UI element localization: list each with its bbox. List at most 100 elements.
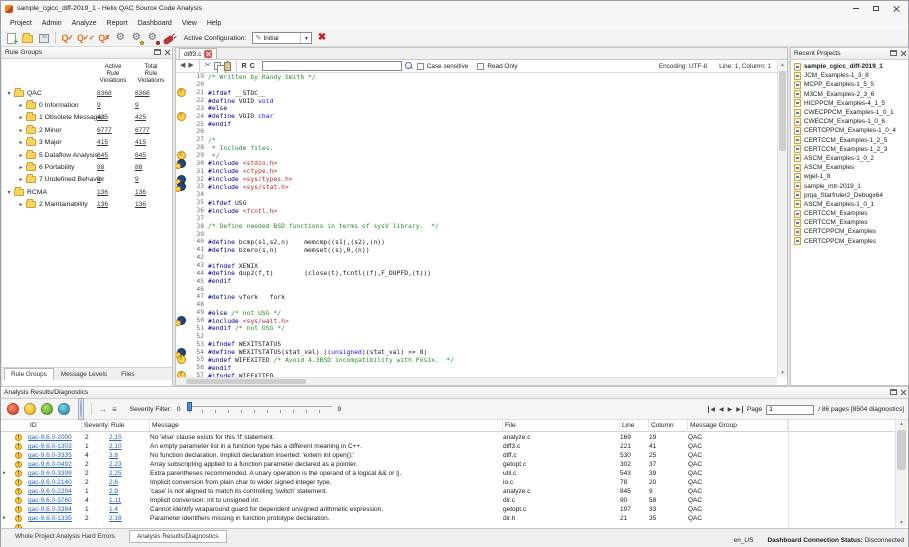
column-header-column[interactable]: Column [649,420,688,432]
scroll-up-icon[interactable]: ▲ [778,61,787,69]
severity-filter-slider[interactable] [187,402,332,416]
analyze-project-button[interactable]: Q✓✓ [77,31,95,45]
search-icon[interactable] [405,62,414,71]
search-input[interactable] [262,61,402,71]
save-project-button[interactable] [37,31,50,45]
rule-link[interactable]: 2.6 [109,478,139,487]
menu-item-report[interactable]: Report [102,19,133,28]
diagnostic-id-link[interactable]: qac-9.6.0-3384 [28,505,84,514]
dashboard-connect-button[interactable] [162,31,175,45]
chevron-right-icon[interactable]: ▸ [17,114,25,121]
minimize-button[interactable] [846,1,866,16]
total-violations-link[interactable]: 136 [135,201,146,208]
recent-project-item[interactable]: sample_mtr-2019_1 [791,181,908,190]
chevron-right-icon[interactable]: ▸ [17,102,25,109]
rule-link[interactable]: 1.4 [109,505,139,514]
diagnostic-id-link[interactable]: qac-9.6.0-2204 [28,487,84,496]
tab-close-icon[interactable] [204,50,212,58]
chevron-right-icon[interactable]: ▸ [17,139,25,146]
expand-icon[interactable]: ▸ [3,469,6,478]
close-panel-icon[interactable] [164,49,170,55]
float-panel-icon[interactable] [890,389,897,395]
recent-project-item[interactable]: ASCM_Examples [791,163,908,172]
column-header-rule[interactable]: Rule [109,420,150,432]
tree-row[interactable]: ▸0 Information99 [2,99,172,111]
rule-link[interactable]: 1.11 [109,496,139,505]
tree-row[interactable]: ▸2 Maintainability136136 [2,199,172,211]
severity-all-button[interactable] [78,398,84,420]
recent-project-item[interactable]: M3CM_Examples-2_3_6 [791,90,908,99]
diagnostic-id-link[interactable]: qac-9.6.0-3760 [28,496,84,505]
scroll-up-icon[interactable]: ▲ [896,420,907,428]
results-vertical-scrollbar[interactable]: ▲ ▼ [895,420,907,527]
editor-vertical-scrollbar[interactable]: ▲ ▼ [777,61,787,377]
paste-icon[interactable] [224,62,231,71]
severity-yellow-button[interactable] [24,403,36,415]
recent-project-item[interactable]: ASCM_Examples-1_0_1 [791,200,908,209]
tree-row[interactable]: ▾RCMA136136 [2,186,172,198]
chevron-right-icon[interactable]: ▸ [17,164,25,171]
result-row[interactable]: ▸qac-9.6.0-133522.18Parameter identifier… [1,514,894,523]
rule-link[interactable]: 2.15 [109,433,139,442]
active-violations-link[interactable]: 136 [97,189,108,196]
close-button[interactable] [886,1,906,16]
float-panel-icon[interactable] [890,50,897,56]
result-row[interactable]: qac-9.6.0-333543.8No function declaratio… [1,451,894,460]
total-violations-link[interactable]: 415 [135,139,146,146]
total-violations-link[interactable]: 8368 [135,90,150,97]
recent-project-item[interactable]: CERTCPPCM_Examples-1_0_4 [791,126,908,135]
recent-project-item[interactable]: wget-1_8 [791,172,908,181]
analyze-file-button[interactable]: Q✓ [61,31,74,45]
result-row[interactable]: qac-9.6.0-049222.23Array subscripting ap… [1,460,894,469]
menu-item-analyze[interactable]: Analyze [67,19,102,28]
project-settings-button[interactable]: ⚙ [130,31,143,45]
regex-toggle-icon[interactable]: R [242,63,247,70]
recent-project-item[interactable]: CERTCCM_Examples-1_2_5 [791,136,908,145]
last-page-icon[interactable]: ▶ [736,406,743,413]
open-project-button[interactable] [21,31,34,45]
tree-row[interactable]: ▸7 Undefined Behavior99 [2,174,172,186]
close-panel-icon[interactable] [900,50,906,56]
chevron-down-icon[interactable]: ▾ [5,90,13,97]
column-header-file[interactable]: File [503,420,620,432]
page-number-input[interactable] [766,405,814,415]
recent-project-item[interactable]: CERTCPPCM_Examples [791,237,908,246]
menu-item-help[interactable]: Help [202,19,226,28]
recent-project-item[interactable]: MCPP_Examples-1_5_5 [791,80,908,89]
chevron-down-icon[interactable]: ▾ [5,189,13,196]
scrollbar-thumb[interactable] [186,379,306,384]
scrollbar-thumb[interactable] [897,430,906,470]
active-violations-link[interactable]: 415 [97,139,108,146]
active-violations-link[interactable]: 6777 [97,127,112,134]
recent-project-item[interactable]: prqa_Starfruler2_Debugx64 [791,191,908,200]
menu-item-admin[interactable]: Admin [37,19,67,28]
rule-link[interactable]: 2.23 [109,460,139,469]
recent-project-item[interactable]: CWECCM_Examples-1_0_6 [791,117,908,126]
recent-project-item[interactable]: JCM_Examples-1_3_8 [791,71,908,80]
recent-project-item[interactable]: sample_cgicc_diff-2019_1 [791,62,908,71]
previous-page-icon[interactable]: ◀ [719,406,724,413]
column-header-message-group[interactable]: Message Group [688,420,788,432]
severity-green-button[interactable] [41,403,53,415]
next-page-icon[interactable]: ▶ [728,406,733,413]
severity-teal-button[interactable] [58,403,70,415]
read-only-checkbox[interactable] [477,63,484,70]
tab-message-levels[interactable]: Message Levels [54,368,114,380]
maximize-button[interactable] [866,1,886,16]
total-violations-link[interactable]: 88 [135,164,142,171]
diagnostic-id-link[interactable]: qac-9.6.0-1335 [28,514,84,523]
configuration-tools-button[interactable]: ✖ [315,31,328,45]
new-project-button[interactable] [5,31,18,45]
active-violations-link[interactable]: 8368 [97,90,112,97]
active-violations-link[interactable]: 9 [97,176,101,183]
result-row[interactable]: qac-9.6.0-376041.11Implicit conversion: … [1,496,894,505]
scrollbar-thumb[interactable] [779,71,786,151]
result-row[interactable]: qac-9.6.0-200022.15No 'else' clause exis… [1,433,894,442]
goto-diagnostic-icon[interactable]: → [99,405,107,414]
recent-project-item[interactable]: CERTCCM_Examples [791,209,908,218]
total-violations-link[interactable]: 9 [135,176,139,183]
diagnostic-id-link[interactable]: qac-9.6.0-3399 [28,469,84,478]
scroll-down-icon[interactable]: ▼ [778,369,787,377]
total-violations-link[interactable]: 6777 [135,127,150,134]
scroll-down-icon[interactable]: ▼ [896,519,907,527]
